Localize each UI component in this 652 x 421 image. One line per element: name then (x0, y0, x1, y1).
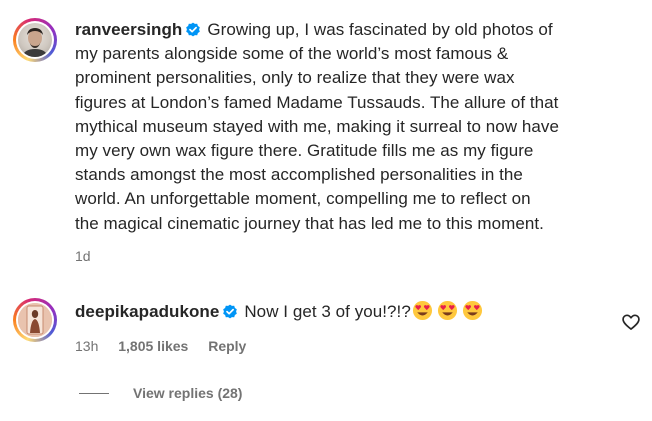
comment-ranveersingh: ranveersingh Growing up, I was fascinate… (75, 18, 630, 264)
comment-line: world. An unforgettable moment, compelli… (75, 189, 531, 209)
heart-outline-icon[interactable] (621, 312, 641, 332)
view-replies-label: View replies (28) (133, 385, 243, 401)
comment-meta: 1d (75, 248, 630, 264)
comment-line: stands amongst the most accomplished per… (75, 165, 523, 185)
comment-text: ranveersingh Growing up, I was fascinate… (75, 18, 630, 236)
comment-line: prominent personalities, only to realize… (75, 68, 515, 88)
comment-username[interactable]: deepikapadukone (75, 302, 219, 321)
verified-badge-icon (223, 304, 238, 319)
comment-line: my very own wax figure there. Gratitude … (75, 141, 534, 161)
comment-text: deepikapadukone Now I get 3 of you!?!? (75, 300, 630, 324)
avatar-photo (18, 303, 52, 337)
reply-button[interactable]: Reply (208, 338, 246, 354)
comment-line: my parents alongside some of the world’s… (75, 44, 509, 64)
avatar-deepikapadukone[interactable] (13, 298, 57, 342)
comment-line: the magical cinematic journey that has l… (75, 213, 544, 233)
profile-photo-icon (22, 28, 48, 57)
comment-time[interactable]: 13h (75, 338, 98, 354)
comment-line: Growing up, I was fascinated by old phot… (207, 20, 553, 39)
view-replies-button[interactable]: View replies (28) (79, 385, 242, 401)
comment-line: figures at London’s famed Madame Tussaud… (75, 92, 559, 112)
comment-username[interactable]: ranveersingh (75, 20, 182, 39)
comment-meta: 13h 1,805 likes Reply (75, 338, 630, 354)
likes-count[interactable]: 1,805 likes (118, 338, 188, 354)
avatar-ranveersingh[interactable] (13, 18, 57, 62)
verified-badge-icon (186, 22, 201, 37)
comment-deepikapadukone: deepikapadukone Now I get 3 of you!?!? 1… (75, 300, 630, 354)
profile-photo-icon (18, 303, 52, 337)
comment-line: mythical museum stayed with me, making i… (75, 116, 559, 136)
avatar-photo (18, 23, 52, 57)
heart-eyes-emoji-icon (412, 300, 432, 321)
comment-body: Now I get 3 of you!?!? (244, 302, 411, 321)
divider-line (79, 392, 109, 394)
comment-time[interactable]: 1d (75, 248, 91, 264)
heart-eyes-emoji-icon (437, 300, 457, 321)
heart-eyes-emoji-icon (462, 300, 482, 321)
